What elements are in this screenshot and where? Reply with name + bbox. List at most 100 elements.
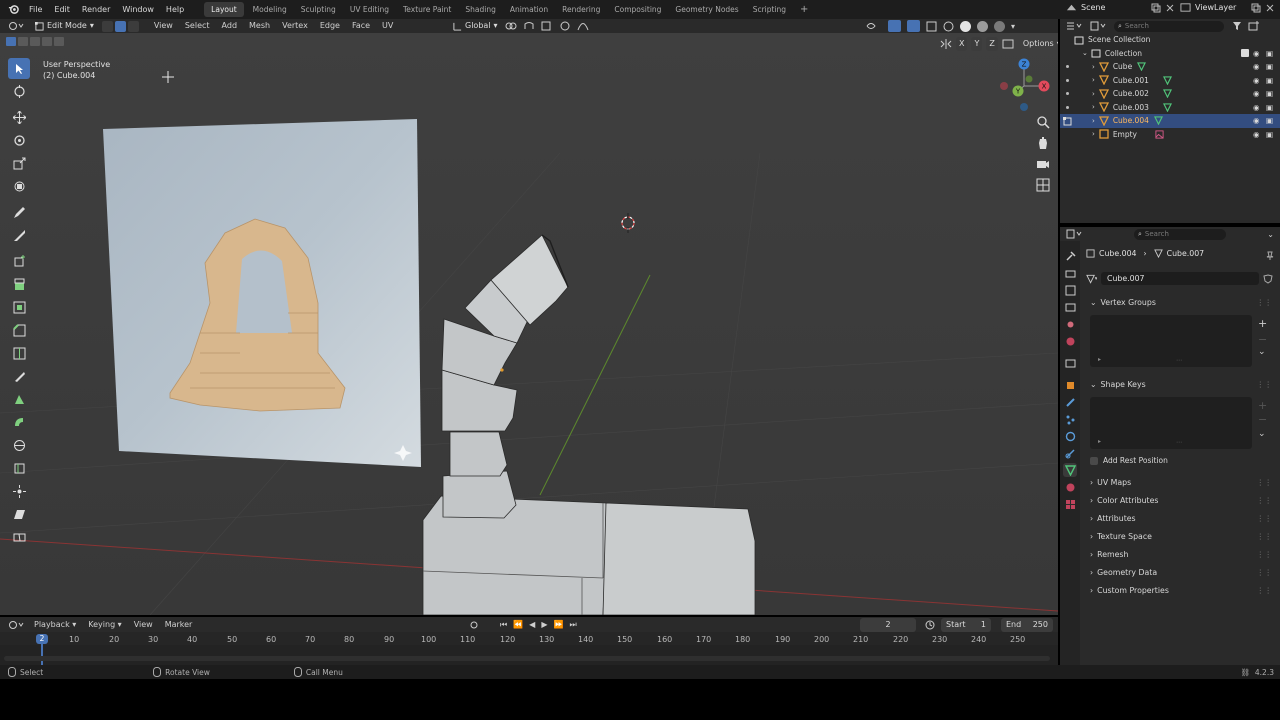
view-layer-name[interactable]: ViewLayer	[1195, 3, 1247, 12]
rendered-shading-icon[interactable]	[994, 20, 1005, 32]
copy-icon[interactable]	[1251, 3, 1261, 13]
start-frame-field[interactable]: Start 1	[941, 617, 991, 632]
wireframe-shading-icon[interactable]	[943, 21, 954, 32]
list-expand-icon[interactable]: ▸	[1098, 438, 1101, 445]
close-icon[interactable]	[1165, 3, 1175, 13]
render-camera-icon[interactable]: ▣	[1266, 49, 1273, 58]
select-box-subtract-icon[interactable]	[30, 37, 40, 46]
tab-rendering[interactable]: Rendering	[555, 0, 607, 19]
tab-animation[interactable]: Animation	[503, 0, 555, 19]
face-select-icon[interactable]	[127, 20, 139, 32]
menu-window[interactable]: Window	[116, 0, 160, 19]
drag-handle-icon[interactable]: ⋮⋮	[1256, 568, 1272, 577]
jump-end-icon[interactable]: ⏭	[569, 620, 576, 630]
tab-tool[interactable]	[1063, 249, 1077, 263]
datablock-name-field[interactable]: Cube.007	[1101, 272, 1259, 285]
tab-view-layer[interactable]	[1063, 300, 1077, 314]
solid-shading-icon[interactable]	[960, 20, 971, 32]
select-box-intersect-icon[interactable]	[54, 37, 64, 46]
render-camera-icon[interactable]: ▣	[1266, 89, 1273, 98]
play-icon[interactable]: ▶	[541, 620, 547, 629]
outliner-editor-type-icon[interactable]	[1066, 21, 1082, 31]
tab-texture[interactable]	[1063, 497, 1077, 511]
chevron-down-icon[interactable]: ⌄	[1267, 230, 1274, 239]
tab-geometry-nodes[interactable]: Geometry Nodes	[668, 0, 745, 19]
new-collection-icon[interactable]	[1248, 21, 1260, 31]
proportional-editing-icon[interactable]	[559, 21, 571, 31]
chevron-right-icon[interactable]: ›	[1092, 117, 1095, 125]
menu-vertex[interactable]: Vertex	[276, 19, 314, 33]
knife-tool[interactable]	[8, 366, 30, 387]
timeline-area[interactable]: 10 20 30 40 50 60 70 80 90 100 110 120 1…	[0, 632, 1058, 665]
outliner-row-scene-collection[interactable]: Scene Collection	[1060, 33, 1280, 47]
blender-logo-icon[interactable]	[8, 4, 19, 15]
measure-tool[interactable]	[8, 225, 30, 246]
menu-render[interactable]: Render	[76, 0, 116, 19]
overlay-toggle-icon[interactable]	[907, 20, 920, 32]
shear-tool[interactable]	[8, 504, 30, 525]
edit-mode-active-icon[interactable]	[1063, 116, 1073, 126]
close-icon[interactable]	[1265, 3, 1275, 13]
transform-tool[interactable]	[8, 176, 30, 197]
datablock-selector[interactable]: Cube.007	[1086, 272, 1273, 285]
menu-file[interactable]: File	[23, 0, 48, 19]
spin-tool[interactable]	[8, 412, 30, 433]
zoom-icon[interactable]	[1036, 115, 1050, 129]
edit-mode-dot-icon[interactable]	[1066, 65, 1069, 69]
pivot-icon[interactable]	[505, 21, 517, 31]
menu-keying[interactable]: Keying ▾	[82, 618, 127, 632]
chevron-right-icon[interactable]: ›	[1092, 130, 1095, 138]
outliner-search-input[interactable]: ⌕ Search	[1114, 20, 1224, 32]
shape-key-specials-menu[interactable]: ⌄	[1258, 429, 1266, 439]
select-box-extend-icon[interactable]	[18, 37, 28, 46]
mirror-y-toggle[interactable]: Y	[971, 37, 983, 51]
copy-icon[interactable]	[1151, 3, 1161, 13]
gizmo-toggle-icon[interactable]	[888, 20, 901, 32]
chevron-right-icon[interactable]: ›	[1092, 63, 1095, 71]
tab-texture-paint[interactable]: Texture Paint	[396, 0, 458, 19]
tab-mesh-data[interactable]	[1063, 463, 1077, 477]
xray-icon[interactable]	[926, 21, 937, 32]
visibility-eye-icon[interactable]: ◉	[1253, 130, 1260, 139]
outliner-row-object[interactable]: › Cube.003 ◉ ▣	[1060, 101, 1280, 115]
mirror-z-toggle[interactable]: Z	[986, 37, 998, 51]
auto-keying-icon[interactable]	[470, 621, 478, 629]
menu-add[interactable]: Add	[216, 19, 244, 33]
pan-hand-icon[interactable]	[1036, 136, 1050, 150]
edit-mode-dot-icon[interactable]	[1066, 92, 1069, 96]
3d-viewport[interactable]: User Perspective (2) Cube.004 Z X Y X Y …	[0, 33, 1058, 615]
drag-handle-icon[interactable]: ⋮⋮	[1256, 550, 1272, 559]
chevron-right-icon[interactable]: ›	[1092, 76, 1095, 84]
extrude-tool[interactable]	[8, 274, 30, 295]
add-workspace-button[interactable]: +	[793, 0, 815, 19]
tab-material[interactable]	[1063, 480, 1077, 494]
material-shading-icon[interactable]	[977, 20, 988, 32]
outliner-row-object[interactable]: › Empty ◉ ▣	[1060, 128, 1280, 142]
list-expand-icon[interactable]: ▸	[1098, 356, 1101, 363]
visibility-eye-icon[interactable]: ◉	[1253, 89, 1260, 98]
panel-geometry-data-header[interactable]: › Geometry Data ⋮⋮	[1090, 563, 1276, 581]
list-resize-icon[interactable]: ⋯	[1176, 439, 1182, 446]
visibility-icon[interactable]	[866, 21, 882, 32]
tab-modifiers[interactable]	[1063, 395, 1077, 409]
menu-view[interactable]: View	[148, 19, 179, 33]
tab-shading[interactable]: Shading	[458, 0, 502, 19]
tab-collection[interactable]	[1063, 356, 1077, 370]
outliner-row-object-selected[interactable]: › Cube.004 ◉ ▣	[1060, 114, 1280, 128]
clock-icon[interactable]	[925, 620, 935, 630]
jump-keyframe-forward-icon[interactable]: ⏩	[553, 620, 563, 629]
panel-color-attributes-header[interactable]: › Color Attributes ⋮⋮	[1090, 491, 1276, 509]
panel-texture-space-header[interactable]: › Texture Space ⋮⋮	[1090, 527, 1276, 545]
timeline-scrollbar[interactable]	[4, 656, 1050, 661]
fake-user-shield-icon[interactable]	[1263, 273, 1273, 284]
select-box-invert-icon[interactable]	[42, 37, 52, 46]
outliner-row-object[interactable]: › Cube ◉ ▣	[1060, 60, 1280, 74]
poly-build-tool[interactable]	[8, 389, 30, 410]
render-camera-icon[interactable]: ▣	[1266, 62, 1273, 71]
menu-edit[interactable]: Edit	[48, 0, 76, 19]
scene-selector[interactable]: Scene	[1066, 2, 1175, 13]
snap-target-icon[interactable]	[541, 21, 553, 31]
navigation-gizmo[interactable]: Z X Y	[996, 55, 1052, 115]
vertex-select-icon[interactable]	[101, 20, 113, 32]
editor-type-icon[interactable]	[8, 21, 24, 31]
